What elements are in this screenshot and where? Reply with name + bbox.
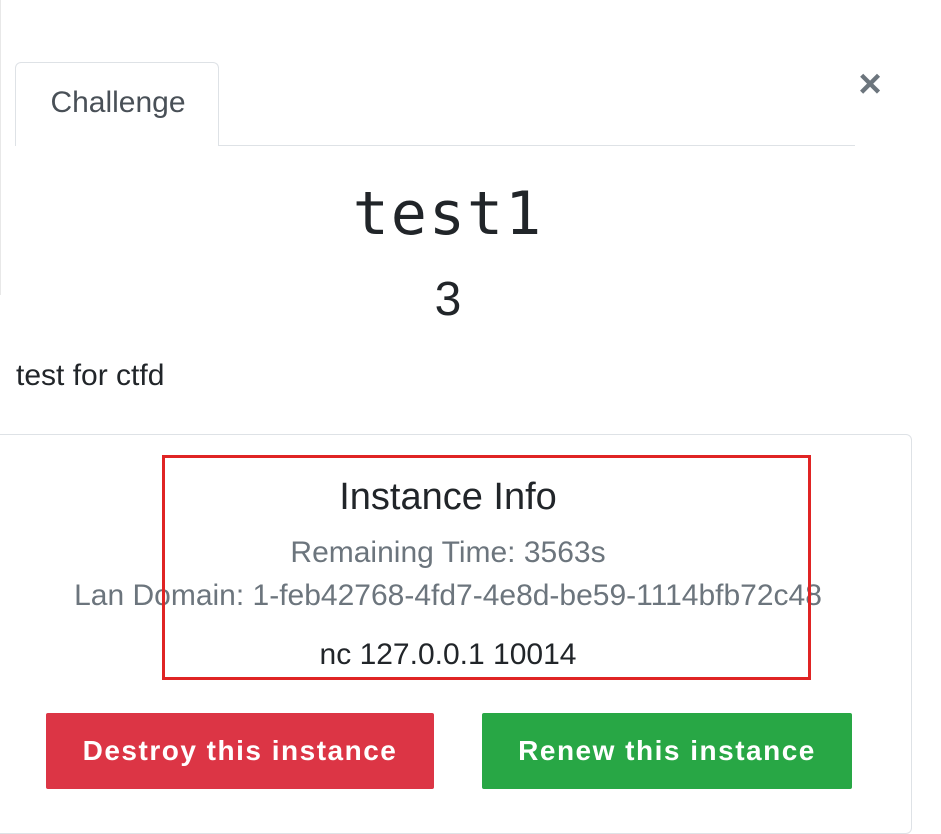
instance-info-heading: Instance Info [339, 476, 557, 518]
modal-left-border [0, 0, 1, 295]
renew-instance-button[interactable]: Renew this instance [482, 713, 852, 789]
remaining-time: Remaining Time: 3563s [290, 536, 606, 569]
tab-challenge[interactable]: Challenge [15, 62, 219, 146]
challenge-description: test for ctfd [16, 359, 165, 392]
lan-domain: Lan Domain: 1-feb42768-4fd7-4e8d-be59-11… [74, 579, 822, 612]
destroy-instance-button[interactable]: Destroy this instance [46, 713, 434, 789]
challenge-name: test1 [352, 179, 544, 249]
tab-challenge-label: Challenge [50, 85, 186, 119]
connection-info: nc 127.0.0.1 10014 [319, 638, 577, 671]
challenge-value: 3 [434, 273, 462, 326]
close-icon[interactable]: × [850, 62, 890, 106]
